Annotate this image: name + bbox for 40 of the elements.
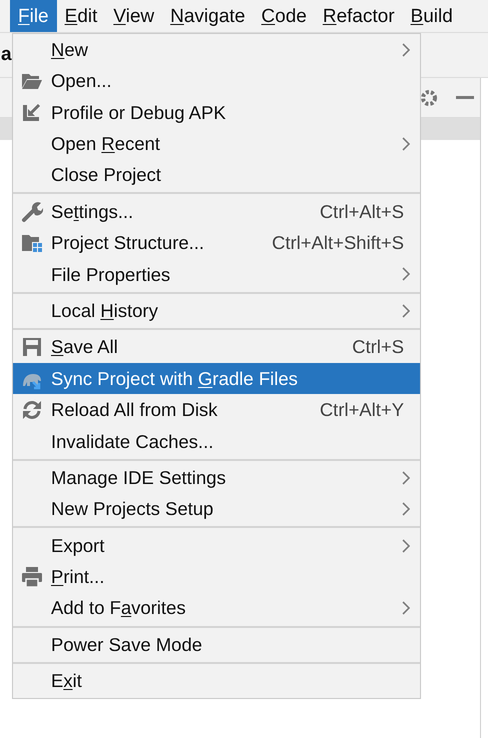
menu-item[interactable]: Open Recent — [13, 128, 420, 160]
menu-item[interactable]: Local History — [13, 295, 420, 327]
menu-item[interactable]: Invalidate Caches... — [13, 426, 420, 458]
printer-icon — [21, 566, 43, 588]
menu-item[interactable]: Print... — [13, 561, 420, 593]
menu-bar-item[interactable]: View — [105, 0, 162, 32]
minimize-icon[interactable] — [456, 96, 474, 100]
folder-grid-icon — [21, 232, 43, 254]
menu-item[interactable]: Add to Favorites — [13, 592, 420, 624]
menu-item[interactable]: Sync Project with Gradle Files — [13, 362, 420, 394]
shortcut-text: Ctrl+S — [352, 335, 405, 360]
settings-icon[interactable] — [420, 88, 438, 106]
menu-item[interactable]: Close Project — [13, 160, 420, 191]
menu-item[interactable]: New Projects Setup — [13, 493, 420, 525]
menu-item[interactable]: Project Structure... Ctrl+Alt+Shift+S — [13, 227, 420, 259]
wrench-icon — [21, 200, 43, 223]
menu-item[interactable]: New — [13, 34, 420, 66]
arrow-icon — [21, 101, 43, 124]
menu-bar-item[interactable]: Build — [402, 0, 461, 32]
menu-item[interactable]: Exit — [13, 665, 420, 697]
menu-item[interactable]: Profile or Debug APK — [13, 96, 420, 128]
menu-item[interactable]: Reload All from Disk Ctrl+Alt+Y — [13, 394, 420, 426]
menu-item[interactable]: Manage IDE Settings — [13, 462, 420, 494]
shortcut-text: Ctrl+Alt+S — [320, 200, 405, 224]
menu-bar-item[interactable]: Code — [253, 0, 315, 32]
menu-item[interactable]: Open... — [13, 65, 420, 97]
menu-item[interactable]: Power Save Mode — [13, 629, 420, 660]
menu-bar-item[interactable]: Refactor — [314, 0, 403, 32]
shortcut-text: Ctrl+Alt+Y — [320, 398, 405, 422]
shortcut-text: Ctrl+Alt+Shift+S — [272, 231, 405, 256]
menu-item[interactable]: File Properties — [13, 258, 420, 290]
menu-bar-item[interactable]: Navigate — [162, 0, 254, 32]
tab-title: a — [1, 42, 12, 67]
menu-bar-item[interactable]: Edit — [56, 0, 106, 32]
menu-item[interactable]: Save All Ctrl+S — [13, 332, 420, 363]
refresh-icon — [21, 398, 43, 421]
save-icon — [21, 336, 43, 358]
menu-bar-item[interactable]: File — [10, 0, 57, 32]
menu-item[interactable]: Settings... Ctrl+Alt+S — [13, 196, 420, 228]
menu-item[interactable]: Export — [13, 530, 420, 562]
